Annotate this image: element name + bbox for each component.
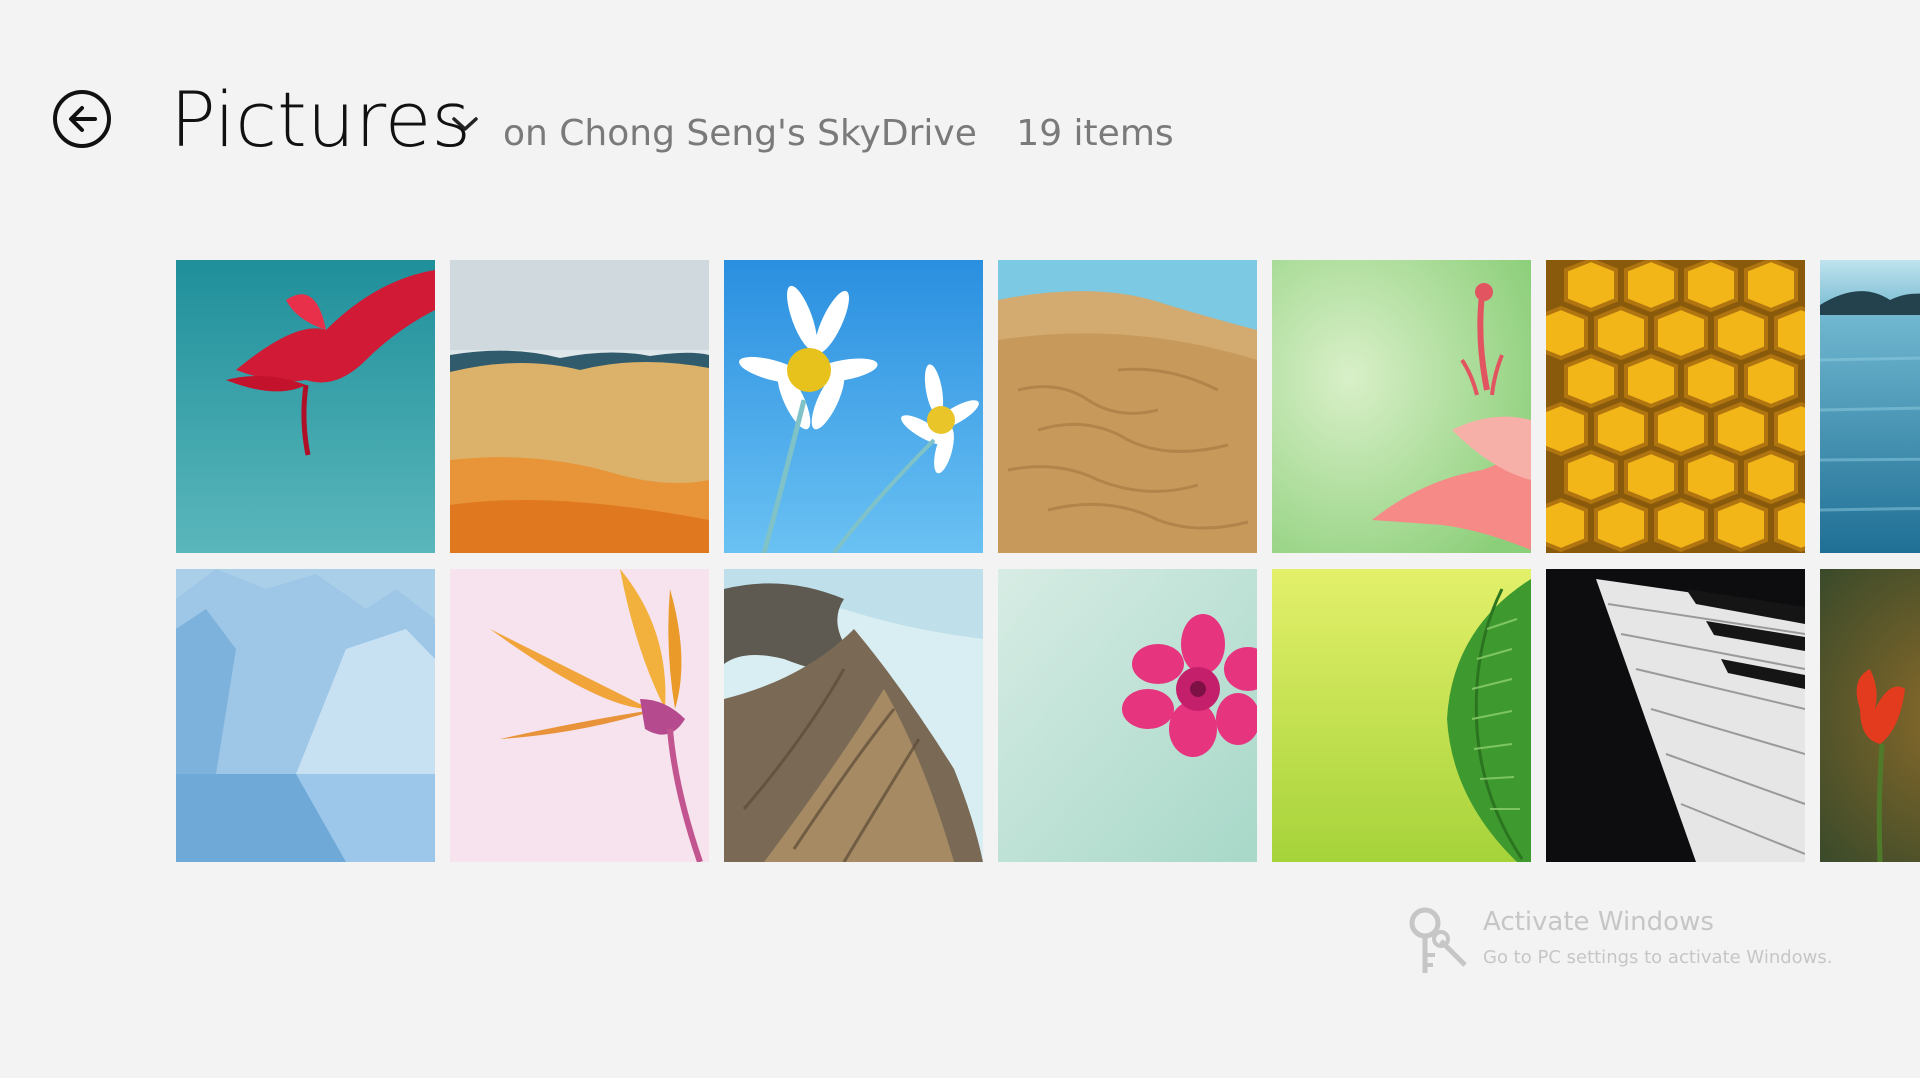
picture-grid: [176, 260, 1920, 862]
picture-tile-red-tulip[interactable]: [1820, 569, 1920, 862]
picture-tile-rocky-coast[interactable]: [724, 569, 983, 862]
picture-tile-daisies[interactable]: [724, 260, 983, 553]
activate-windows-title: Activate Windows: [1483, 907, 1714, 937]
back-button[interactable]: [53, 90, 111, 148]
pictures-app: Pictures on Chong Seng's SkyDrive 19 ite…: [0, 0, 1920, 1078]
key-icon: [1409, 907, 1467, 973]
location-label: on Chong Seng's SkyDrive: [503, 113, 977, 154]
picture-tile-sand-dunes[interactable]: [998, 260, 1257, 553]
picture-tile-blue-lake[interactable]: [1820, 260, 1920, 553]
activate-windows-watermark: Activate Windows Go to PC settings to ac…: [1405, 905, 1875, 975]
back-arrow-icon: [69, 106, 97, 132]
picture-tile-red-flower[interactable]: [176, 260, 435, 553]
activate-windows-subtitle: Go to PC settings to activate Windows.: [1483, 947, 1833, 968]
item-count: 19 items: [1016, 113, 1174, 154]
picture-tile-blue-iceberg[interactable]: [176, 569, 435, 862]
picture-tile-fern-leaf[interactable]: [1272, 569, 1531, 862]
picture-tile-piano-keys[interactable]: [1546, 569, 1805, 862]
chevron-down-icon[interactable]: [450, 112, 480, 136]
picture-tile-honeycomb[interactable]: [1546, 260, 1805, 553]
picture-tile-pink-flower[interactable]: [998, 569, 1257, 862]
page-title[interactable]: Pictures: [170, 72, 471, 168]
picture-tile-pink-lily[interactable]: [1272, 260, 1531, 553]
picture-tile-bird-of-paradise[interactable]: [450, 569, 709, 862]
subtitle: on Chong Seng's SkyDrive 19 items: [503, 112, 1174, 156]
picture-tile-desert-hills[interactable]: [450, 260, 709, 553]
